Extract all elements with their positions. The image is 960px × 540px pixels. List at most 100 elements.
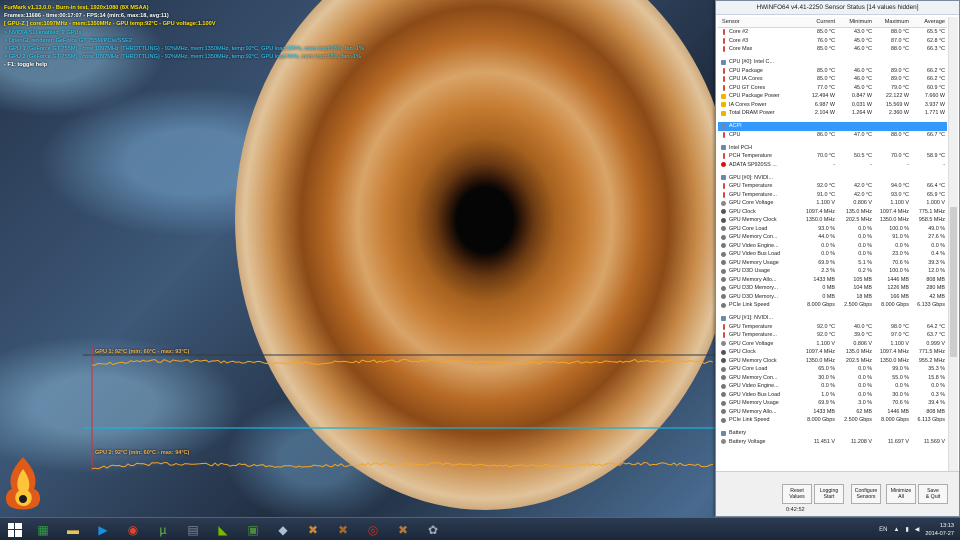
clock[interactable]: 13:13 2014-07-27 — [925, 522, 954, 538]
sensor-row[interactable]: CPU Package 85.0 °C 46.0 °C 89.0 °C 66.2 °C — [718, 67, 947, 76]
sensor-row[interactable]: GPU Core Load 65.0 % 0.0 % 99.0 % 35.3 % — [718, 365, 947, 374]
taskbar-app-button[interactable]: ✖ — [302, 520, 324, 539]
column-sensor[interactable]: Sensor — [722, 17, 802, 28]
taskbar-app-button[interactable]: ▦ — [32, 520, 54, 539]
taskbar-app-button[interactable]: ▬ — [62, 520, 84, 539]
sensor-row[interactable]: GPU Memory Con... 30.0 % 0.0 % 55.0 % 15.8 % — [718, 374, 947, 383]
sensor-row[interactable]: GPU Core Load 93.0 % 0.0 % 100.0 % 49.0 % — [718, 225, 947, 234]
sensor-row[interactable]: GPU Memory Con... 44.0 % 0.0 % 91.0 % 27.6 % — [718, 233, 947, 242]
sensor-row[interactable]: Total DRAM Power 2.104 W 1.264 W 2.360 W 1.7… — [718, 109, 947, 118]
average-value: 35.3 % — [928, 366, 945, 372]
taskbar-app-button[interactable]: µ — [152, 520, 174, 539]
volt-icon — [721, 439, 726, 445]
tray-arrow-icon[interactable]: ▲ — [893, 527, 899, 533]
scrollbar-thumb[interactable] — [950, 207, 957, 357]
sensor-name: GPU Memory Usage — [729, 400, 779, 406]
sensor-row[interactable]: ADATA SP920SS ... - - - - — [718, 161, 947, 170]
maximum-value: 2.360 W — [888, 110, 909, 116]
taskbar-app-button[interactable]: ◆ — [272, 520, 294, 539]
sensor-row[interactable]: GPU Core Voltage 1.100 V 0.806 V 1.100 V 0.9… — [718, 340, 947, 349]
sensor-row[interactable]: GPU Memory Allo... 1433 MB 105 MB 1446 MB 80… — [718, 276, 947, 285]
misc-icon — [721, 294, 726, 300]
minimum-value: 45.0 °C — [853, 84, 872, 91]
sensor-row[interactable]: GPU D3D Usage 2.3 % 0.2 % 100.0 % 12.0 % — [718, 267, 947, 276]
sensor-row[interactable]: IA Cores Power 6.987 W 0.031 W 15.569 W 3.93… — [718, 101, 947, 110]
volume-icon[interactable]: ◀ — [915, 526, 920, 533]
taskbar-app-button[interactable]: ▶ — [92, 520, 114, 539]
minimum-value: 2.500 Gbps — [844, 302, 872, 308]
sensor-group-row[interactable]: GPU [#1]: NVIDI... — [718, 314, 947, 323]
sensor-row[interactable]: GPU Memory Clock 1350.0 MHz 202.5 MHz 1350.… — [718, 357, 947, 366]
maximum-value: 70.6 % — [892, 400, 909, 406]
sensor-row[interactable]: GPU Video Engine... 0.0 % 0.0 % 0.0 % 0.0 % — [718, 242, 947, 251]
sensor-list[interactable]: Core #2 85.0 °C 43.0 °C 88.0 °C 65.5 °C Core … — [718, 28, 947, 471]
furmark-flame-logo-icon — [5, 457, 41, 510]
sensor-row[interactable]: GPU Temperature 92.0 °C 40.0 °C 98.0 °C 64.2… — [718, 323, 947, 332]
configure-sensors-button[interactable]: Configure Sensors — [851, 484, 881, 504]
taskbar-app-button[interactable]: ◣ — [212, 520, 234, 539]
maximum-value: 1.100 V — [890, 200, 909, 206]
sensor-row[interactable]: Core #3 76.0 °C 45.0 °C 87.0 °C 62.8 °C — [718, 37, 947, 46]
taskbar-app-button[interactable]: ▣ — [242, 520, 264, 539]
sensor-row[interactable]: PCH Temperature 70.0 °C 50.5 °C 70.0 °C 58.9… — [718, 152, 947, 161]
sensor-group-row[interactable]: ACPI — [718, 122, 947, 131]
sensor-row[interactable]: GPU Memory Usage 69.9 % 3.0 % 70.6 % 39.4 % — [718, 399, 947, 408]
maximum-value: 70.6 % — [892, 259, 909, 266]
sensor-row[interactable]: CPU 86.0 °C 47.0 °C 88.0 °C 66.7 °C — [718, 131, 947, 140]
sensor-row[interactable]: Core Max 85.0 °C 46.0 °C 88.0 °C 66.3 °C — [718, 45, 947, 54]
average-value: 3.937 W — [924, 101, 945, 108]
misc-icon — [721, 226, 726, 232]
save-quit-button[interactable]: Save & Quit — [918, 484, 948, 504]
sensor-row[interactable]: Core #2 85.0 °C 43.0 °C 88.0 °C 65.5 °C — [718, 28, 947, 37]
sensor-row[interactable]: GPU Video Engine... 0.0 % 0.0 % 0.0 % 0.0 % — [718, 382, 947, 391]
minimize-all-button[interactable]: Minimize All — [886, 484, 916, 504]
sensor-group-row[interactable]: Intel PCH — [718, 144, 947, 153]
column-minimum[interactable]: Minimum — [836, 17, 872, 28]
taskbar-app-button[interactable]: ◎ — [362, 520, 384, 539]
sensor-row[interactable]: CPU IA Cores 85.0 °C 46.0 °C 89.0 °C 66.2 °C — [718, 75, 947, 84]
taskbar-app-button[interactable]: ✖ — [332, 520, 354, 539]
reset-values-button[interactable]: Reset Values — [782, 484, 812, 504]
sensor-row[interactable]: GPU D3D Memory... 0 MB 104 MB 1226 MB 280 MB — [718, 284, 947, 293]
sensor-row[interactable]: GPU Video Bus Load 0.0 % 0.0 % 23.0 % 0.4 % — [718, 250, 947, 259]
sensor-row[interactable]: GPU D3D Memory... 0 MB 18 MB 166 MB 42 MB — [718, 293, 947, 302]
current-value: 2.104 W — [814, 110, 835, 116]
sensor-row[interactable]: GPU Memory Allo... 1433 MB 62 MB 1446 MB 808… — [718, 408, 947, 417]
maximum-value: 1446 MB — [887, 408, 909, 415]
sensor-row[interactable]: GPU Video Bus Load 1.0 % 0.0 % 30.0 % 0.3 % — [718, 391, 947, 400]
language-indicator[interactable]: EN — [879, 527, 887, 533]
logging-start-button[interactable]: Logging Start — [814, 484, 844, 504]
sensor-row[interactable]: GPU Temperature 92.0 °C 42.0 °C 94.0 °C 66.4… — [718, 182, 947, 191]
hwinfo-sensor-window[interactable]: HWiNFO64 v4.41-2250 Sensor Status [14 va… — [715, 0, 960, 517]
minimum-value: 105 MB — [853, 276, 872, 283]
sensor-row[interactable]: GPU Memory Clock 1350.0 MHz 202.5 MHz 1350.… — [718, 216, 947, 225]
taskbar-app-button[interactable]: ✿ — [422, 520, 444, 539]
column-average[interactable]: Average — [910, 17, 945, 28]
sensor-row[interactable]: PCIe Link Speed 8.000 Gbps 2.500 Gbps 8.000… — [718, 416, 947, 425]
sensor-row[interactable]: GPU Core Voltage 1.100 V 0.806 V 1.100 V 1.0… — [718, 199, 947, 208]
taskbar-app-button[interactable]: ◉ — [122, 520, 144, 539]
average-value: 65.5 °C — [926, 29, 945, 35]
column-current[interactable]: Current — [801, 17, 835, 28]
maximum-value: - — [907, 161, 909, 168]
sensor-row[interactable]: GPU Temperature... 91.0 °C 42.0 °C 93.0 °C 6… — [718, 191, 947, 200]
sensor-row[interactable]: GPU Temperature... 92.0 °C 39.0 °C 97.0 °C 6… — [718, 331, 947, 340]
sensor-list-scrollbar[interactable] — [948, 17, 958, 471]
taskbar-app-button[interactable]: ✖ — [392, 520, 414, 539]
taskbar-app-button[interactable]: ▤ — [182, 520, 204, 539]
sensor-row[interactable]: PCIe Link Speed 8.000 Gbps 2.500 Gbps 8.000… — [718, 301, 947, 310]
sensor-group-row[interactable]: GPU [#0]: NVIDI... — [718, 174, 947, 183]
sensor-row[interactable]: GPU Clock 1097.4 MHz 135.0 MHz 1097.4 MHz 77… — [718, 208, 947, 217]
start-button[interactable] — [4, 520, 26, 539]
maximum-value: 55.0 % — [892, 374, 909, 381]
sensor-row[interactable]: CPU GT Cores 77.0 °C 45.0 °C 79.0 °C 60.9 °C — [718, 84, 947, 93]
sensor-row[interactable]: GPU Memory Usage 69.9 % 5.1 % 70.6 % 39.3 % — [718, 259, 947, 268]
column-maximum[interactable]: Maximum — [873, 17, 909, 28]
sensor-group-row[interactable]: CPU [#0]: Intel C... — [718, 58, 947, 67]
network-icon[interactable]: ▮ — [905, 526, 908, 533]
sensor-row[interactable]: Battery Voltage 11.451 V 11.208 V 11.697 V 1… — [718, 438, 947, 447]
sensor-name: GPU Video Engine... — [729, 383, 779, 389]
sensor-row[interactable]: GPU Clock 1097.4 MHz 135.0 MHz 1097.4 MHz 77… — [718, 348, 947, 357]
sensor-row[interactable]: CPU Package Power 12.494 W 0.847 W 22.122 W… — [718, 92, 947, 101]
sensor-group-row[interactable]: Battery — [718, 429, 947, 438]
